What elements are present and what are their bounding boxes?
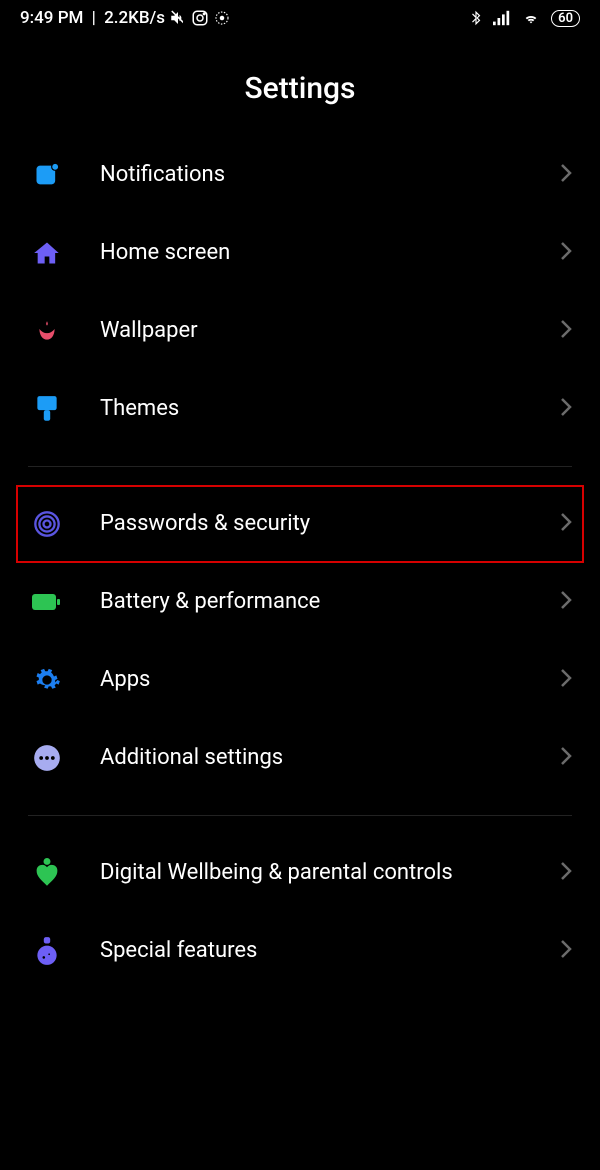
chevron-right-icon — [560, 397, 572, 421]
settings-list: Notifications Home screen Wallpaper Them… — [0, 136, 600, 990]
signal-icon — [493, 10, 511, 26]
item-label: Wallpaper — [100, 317, 560, 345]
settings-item-home-screen[interactable]: Home screen — [20, 214, 580, 292]
chevron-right-icon — [560, 668, 572, 692]
mute-icon — [169, 9, 187, 27]
settings-item-notifications[interactable]: Notifications — [20, 136, 580, 214]
theme-icon — [32, 394, 62, 424]
gear-icon — [32, 665, 62, 695]
divider — [28, 466, 572, 467]
instagram-icon — [191, 9, 209, 27]
status-time: 9:49 PM — [20, 8, 83, 28]
item-label: Themes — [100, 395, 560, 423]
settings-item-digital-wellbeing[interactable]: Digital Wellbeing & parental controls — [20, 834, 580, 912]
status-separator: | — [87, 8, 100, 28]
status-bar-right: 60 — [469, 9, 580, 27]
item-label: Home screen — [100, 239, 560, 267]
chevron-right-icon — [560, 512, 572, 536]
item-label: Passwords & security — [100, 510, 560, 538]
status-bar-left: 9:49 PM | 2.2KB/s — [20, 8, 231, 28]
wifi-icon — [521, 10, 541, 26]
dots-icon — [32, 743, 62, 773]
item-label: Additional settings — [100, 744, 560, 772]
item-label: Digital Wellbeing & parental controls — [100, 859, 560, 887]
chevron-right-icon — [560, 241, 572, 265]
fingerprint-icon — [32, 509, 62, 539]
heart-icon — [32, 858, 62, 888]
notification-icon — [32, 160, 62, 190]
chevron-right-icon — [560, 939, 572, 963]
flask-icon — [32, 936, 62, 966]
home-icon — [32, 238, 62, 268]
flower-icon — [32, 316, 62, 346]
battery-icon — [32, 587, 62, 617]
settings-item-special-features[interactable]: Special features — [20, 912, 580, 990]
page-title: Settings — [0, 36, 600, 136]
chevron-right-icon — [560, 746, 572, 770]
settings-item-themes[interactable]: Themes — [20, 370, 580, 448]
chevron-right-icon — [560, 861, 572, 885]
settings-item-additional-settings[interactable]: Additional settings — [20, 719, 580, 797]
chevron-right-icon — [560, 163, 572, 187]
status-data-speed: 2.2KB/s — [104, 8, 165, 28]
item-label: Battery & performance — [100, 588, 560, 616]
item-label: Special features — [100, 937, 560, 965]
battery-indicator: 60 — [551, 10, 580, 27]
settings-item-battery-performance[interactable]: Battery & performance — [20, 563, 580, 641]
settings-item-apps[interactable]: Apps — [20, 641, 580, 719]
chevron-right-icon — [560, 319, 572, 343]
app-icon — [213, 9, 231, 27]
settings-item-passwords-security[interactable]: Passwords & security — [16, 485, 584, 563]
divider — [28, 815, 572, 816]
settings-item-wallpaper[interactable]: Wallpaper — [20, 292, 580, 370]
item-label: Notifications — [100, 161, 560, 189]
chevron-right-icon — [560, 590, 572, 614]
item-label: Apps — [100, 666, 560, 694]
status-bar: 9:49 PM | 2.2KB/s 60 — [0, 0, 600, 36]
bluetooth-icon — [469, 9, 483, 27]
